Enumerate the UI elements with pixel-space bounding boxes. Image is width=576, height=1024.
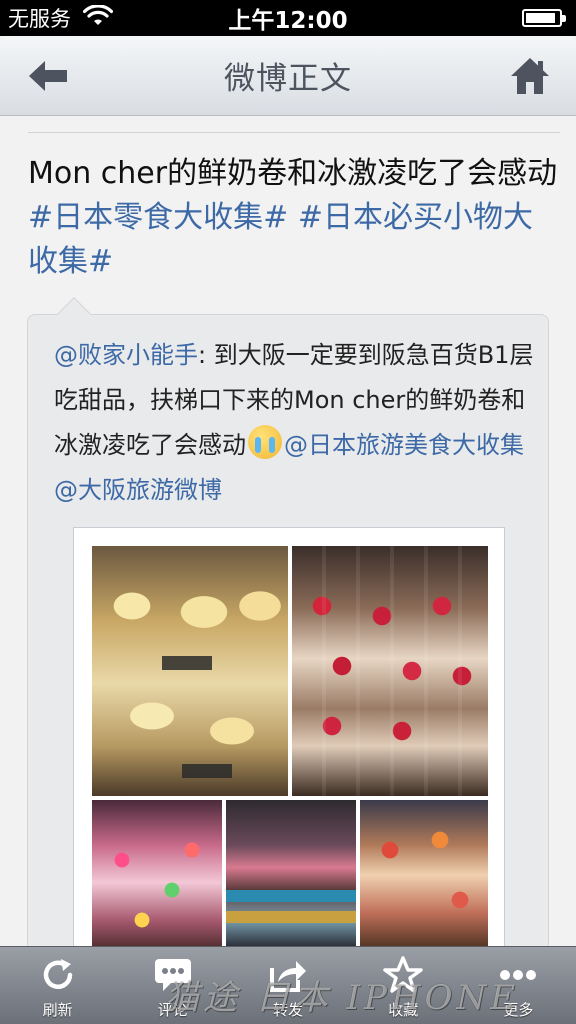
post-text: Mon cher的鲜奶卷和冰激凌吃了会感动#日本零食大收集# #日本必买小物大收…: [28, 152, 558, 284]
retweet-author-link[interactable]: @败家小能手: [54, 341, 198, 369]
status-bar: 无服务 上午12:00: [0, 0, 576, 36]
more-button[interactable]: 更多: [461, 947, 576, 1024]
retweet-pointer: [57, 297, 91, 331]
bottom-toolbar: 刷新 评论 转发 收藏 更多: [0, 946, 576, 1024]
mention-link[interactable]: @日本旅游美食大收集: [284, 431, 524, 459]
home-icon: [511, 58, 549, 94]
photo-pastries: [360, 800, 488, 946]
hashtag-space: [288, 200, 298, 235]
carrier-label: 无服务: [8, 7, 71, 31]
wifi-icon: [82, 3, 114, 32]
photo-cake-showcase: [292, 546, 488, 796]
status-left: 无服务: [8, 3, 114, 33]
mention-link[interactable]: @大阪旅游微博: [54, 476, 222, 504]
home-button[interactable]: [506, 54, 554, 98]
more-icon: [498, 955, 538, 995]
photo-gift-boxes: [226, 800, 356, 946]
toolbar-label: 更多: [503, 1001, 534, 1019]
battery-fill: [526, 13, 555, 23]
photo-sweets-display: [92, 800, 222, 946]
refresh-button[interactable]: 刷新: [0, 947, 115, 1024]
post-content: Mon cher的鲜奶卷和冰激凌吃了会感动#日本零食大收集# #日本必买小物大收…: [0, 116, 576, 946]
price-tag: [162, 656, 212, 670]
post-body: Mon cher的鲜奶卷和冰激凌吃了会感动: [28, 156, 558, 191]
repost-button[interactable]: 转发: [230, 947, 345, 1024]
comment-icon: [153, 955, 193, 995]
hashtag-link[interactable]: #日本零食大收集#: [28, 200, 288, 235]
toolbar-label: 刷新: [42, 1001, 73, 1019]
photo-cake-rolls: [92, 546, 288, 796]
share-icon: [268, 955, 308, 995]
photo-thumbnail[interactable]: [73, 527, 505, 946]
toolbar-label: 收藏: [388, 1001, 419, 1019]
favorite-button[interactable]: 收藏: [346, 947, 461, 1024]
divider: [28, 132, 560, 133]
battery-icon: [522, 9, 566, 27]
cry-emoji-icon: [248, 425, 282, 459]
price-tag: [182, 764, 232, 778]
toolbar-label: 转发: [273, 1001, 304, 1019]
back-button[interactable]: [24, 56, 72, 96]
back-arrow-icon: [29, 61, 67, 91]
photo-collage: [92, 546, 488, 946]
star-icon: [383, 955, 423, 995]
comment-button[interactable]: 评论: [115, 947, 230, 1024]
toolbar-label: 评论: [157, 1001, 188, 1019]
retweet-text: @败家小能手: 到大阪一定要到阪急百货B1层吃甜品，扶梯口下来的Mon cher…: [54, 333, 534, 513]
retweet-box[interactable]: @败家小能手: 到大阪一定要到阪急百货B1层吃甜品，扶梯口下来的Mon cher…: [27, 297, 549, 946]
refresh-icon: [38, 955, 78, 995]
nav-bar: 微博正文: [0, 36, 576, 116]
page-title: 微博正文: [224, 61, 352, 97]
